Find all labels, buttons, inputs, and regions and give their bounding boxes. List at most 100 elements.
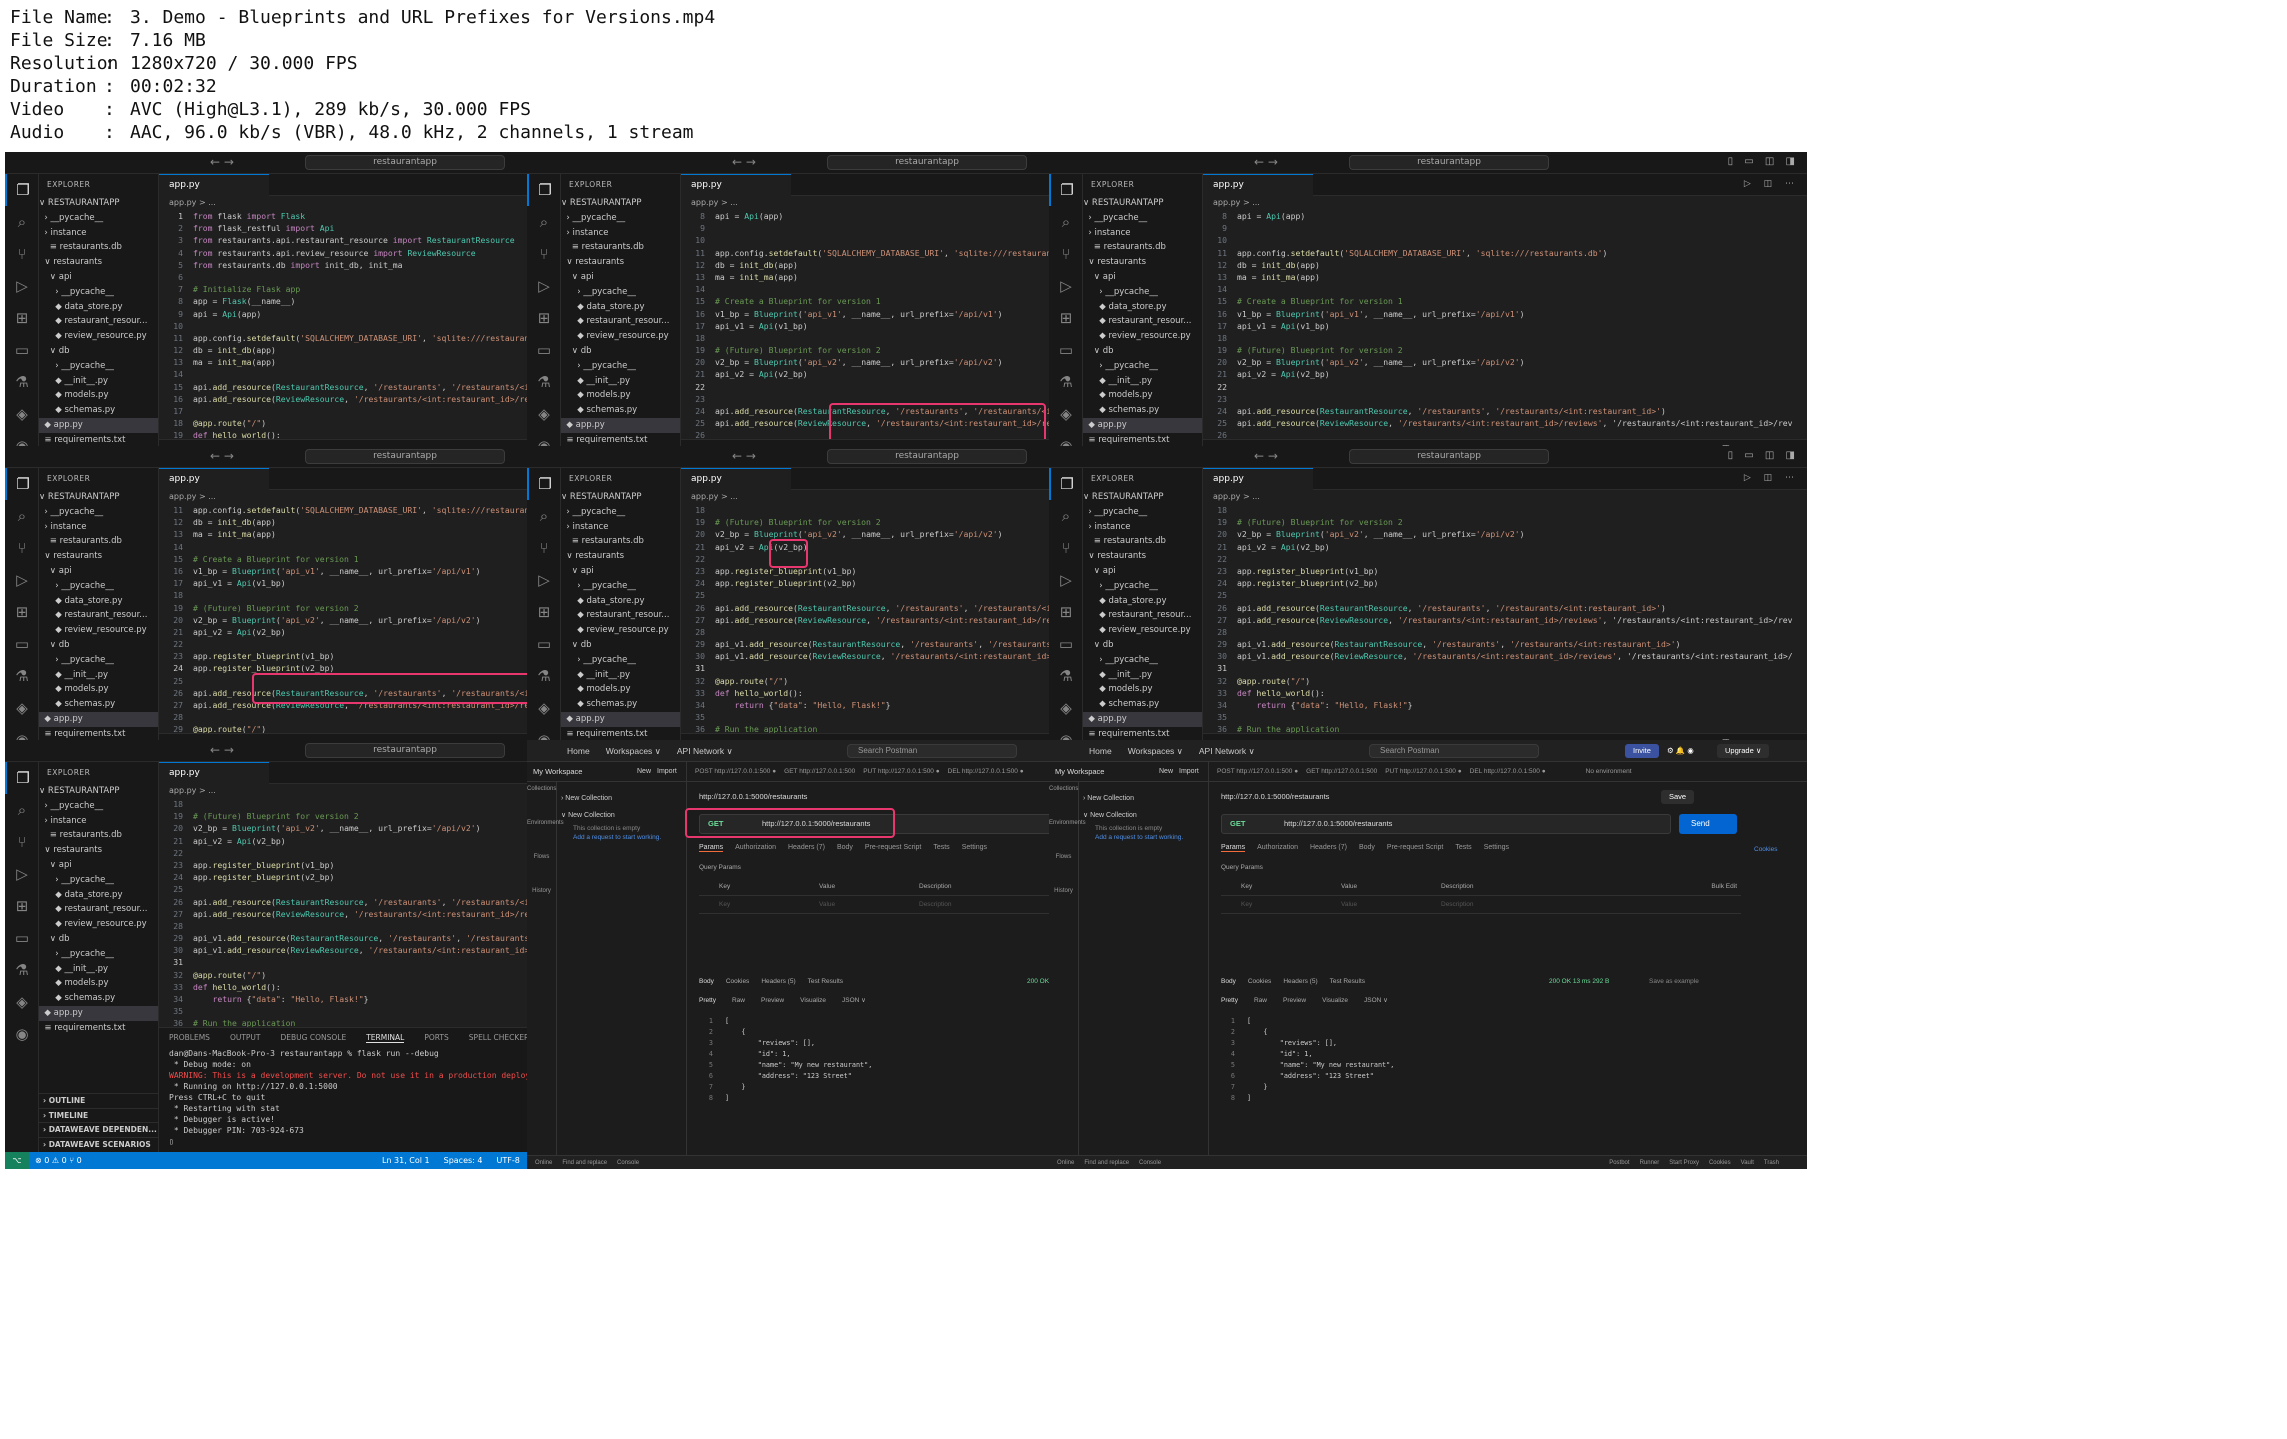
file-tree-item[interactable]: ◆ app.py xyxy=(39,1005,158,1021)
files-icon[interactable]: ❐ xyxy=(527,174,561,206)
file-tree-item[interactable]: ∨ db xyxy=(561,344,680,359)
testing-icon[interactable]: ⚗ xyxy=(5,660,39,692)
file-tree-item[interactable]: ◆ review_resource.py xyxy=(39,329,158,344)
remote-explorer-icon[interactable]: ▭ xyxy=(5,628,39,660)
request-subtab[interactable]: Body xyxy=(837,844,853,851)
layout-toggle-icons[interactable]: ▯ ▭ ◫ ◨ xyxy=(1728,450,1799,461)
file-tree-item[interactable]: ∨ restaurants xyxy=(561,549,680,564)
footer-item[interactable]: Find and replace xyxy=(562,1160,607,1166)
tab-app-py[interactable]: app.py xyxy=(681,174,791,196)
request-subtab[interactable]: Authorization xyxy=(1257,844,1298,851)
layout-toggle-icons[interactable]: ▯ ▭ ◫ ◨ xyxy=(1728,156,1799,167)
footer-item[interactable]: Trash xyxy=(1764,1160,1779,1166)
request-tab[interactable]: POST http://127.0.0.1:500 ● xyxy=(695,768,776,775)
search-icon[interactable]: ⌕ xyxy=(5,500,39,532)
response-tab[interactable]: Test Results xyxy=(1330,978,1365,985)
cookies-link[interactable]: Cookies xyxy=(1754,846,1777,853)
query-placeholder[interactable]: Description xyxy=(1441,896,1474,914)
file-tree-item[interactable]: ◆ schemas.py xyxy=(561,403,680,418)
docker-icon[interactable]: ◈ xyxy=(5,692,39,724)
file-tree-item[interactable]: ∨ RESTAURANTAPP xyxy=(39,196,158,211)
files-icon[interactable]: ❐ xyxy=(1049,468,1083,500)
file-tree-item[interactable]: ∨ RESTAURANTAPP xyxy=(561,196,680,211)
file-tree-item[interactable]: ≡ restaurants.db xyxy=(39,534,158,549)
nav-arrows-icon[interactable]: ← → xyxy=(1254,449,1278,463)
file-tree-item[interactable]: ≡ restaurants.db xyxy=(39,828,158,843)
run-debug-icon[interactable]: ▷ xyxy=(1049,564,1083,596)
source-control-icon[interactable]: ⑂ xyxy=(1049,238,1083,270)
command-center-search[interactable]: restaurantapp xyxy=(827,155,1027,170)
rail-environments[interactable]: Environments xyxy=(527,816,564,850)
file-tree-item[interactable]: ∨ restaurants xyxy=(1083,549,1202,564)
file-tree-item[interactable]: ∨ RESTAURANTAPP xyxy=(561,490,680,505)
docker-icon[interactable]: ◈ xyxy=(527,398,561,430)
file-tree-item[interactable]: ◆ models.py xyxy=(561,388,680,403)
tab-app-py[interactable]: app.py xyxy=(681,468,791,490)
file-tree-item[interactable]: ◆ schemas.py xyxy=(39,991,158,1006)
response-tab[interactable]: Body xyxy=(1221,978,1236,985)
file-tree-item[interactable]: ◆ restaurant_resour... xyxy=(561,314,680,329)
footer-item[interactable]: Postbot xyxy=(1609,1160,1629,1166)
command-center-search[interactable]: restaurantapp xyxy=(305,449,505,464)
file-tree-item[interactable]: › __pycache__ xyxy=(39,285,158,300)
import-button[interactable]: Import xyxy=(1179,762,1199,782)
search-icon[interactable]: ⌕ xyxy=(1049,206,1083,238)
footer-item[interactable]: Find and replace xyxy=(1084,1160,1129,1166)
bulk-edit-link[interactable]: Bulk Edit xyxy=(1711,878,1737,896)
file-tree-item[interactable]: › __pycache__ xyxy=(39,505,158,520)
file-tree-item[interactable]: ∨ restaurants xyxy=(39,843,158,858)
postman-search-input[interactable]: Search Postman xyxy=(1369,744,1539,758)
footer-item[interactable]: Console xyxy=(1139,1160,1161,1166)
file-tree-item[interactable]: ◆ review_resource.py xyxy=(39,623,158,638)
rail-collections[interactable]: Collections xyxy=(1049,782,1078,816)
file-tree-item[interactable]: ◆ models.py xyxy=(39,682,158,697)
file-tree-item[interactable]: ◆ restaurant_resour... xyxy=(1083,314,1202,329)
command-center-search[interactable]: restaurantapp xyxy=(827,449,1027,464)
run-debug-icon[interactable]: ▷ xyxy=(527,270,561,302)
format-tab[interactable]: Pretty xyxy=(1221,997,1238,1004)
testing-icon[interactable]: ⚗ xyxy=(5,954,39,986)
file-tree-item[interactable]: › __pycache__ xyxy=(39,359,158,374)
file-tree-item[interactable]: ◆ __init__.py xyxy=(1083,374,1202,389)
file-tree-item[interactable]: ◆ models.py xyxy=(39,976,158,991)
query-placeholder[interactable]: Description xyxy=(919,896,952,914)
response-tab[interactable]: Cookies xyxy=(1248,978,1271,985)
panel-tab-problems[interactable]: PROBLEMS xyxy=(169,1033,210,1042)
run-debug-icon[interactable]: ▷ xyxy=(5,858,39,890)
rail-flows[interactable]: Flows xyxy=(527,850,556,884)
format-tab[interactable]: Preview xyxy=(1283,997,1306,1004)
settings-icons[interactable]: ⚙ 🔔 ◉ xyxy=(1659,744,1702,758)
file-tree-item[interactable]: › __pycache__ xyxy=(561,211,680,226)
file-tree-item[interactable]: ◆ models.py xyxy=(561,682,680,697)
save-button[interactable]: Save xyxy=(1661,790,1695,804)
response-tab[interactable]: Cookies xyxy=(726,978,749,985)
file-tree-item[interactable]: › instance xyxy=(561,520,680,535)
file-tree-item[interactable]: ◆ models.py xyxy=(39,388,158,403)
source-control-icon[interactable]: ⑂ xyxy=(5,238,39,270)
query-placeholder[interactable]: Key xyxy=(719,896,730,914)
file-tree-item[interactable]: ◆ data_store.py xyxy=(561,300,680,315)
file-tree-item[interactable]: ◆ __init__.py xyxy=(39,374,158,389)
file-tree-item[interactable]: › __pycache__ xyxy=(39,947,158,962)
run-debug-icon[interactable]: ▷ xyxy=(527,564,561,596)
request-subtab[interactable]: Tests xyxy=(1455,844,1471,851)
footer-item[interactable]: Runner xyxy=(1640,1160,1660,1166)
new-button[interactable]: New xyxy=(1159,762,1173,782)
panel-tab-spell-checker[interactable]: SPELL CHECKER xyxy=(469,1033,529,1042)
editor-actions-icons[interactable]: ▷ ◫ ⋯ xyxy=(1744,179,1799,189)
file-tree-item[interactable]: ◆ models.py xyxy=(1083,682,1202,697)
collection-item[interactable]: › New Collection xyxy=(1083,790,1183,807)
format-tab[interactable]: Visualize xyxy=(800,997,826,1004)
file-tree-item[interactable]: ∨ db xyxy=(561,638,680,653)
request-subtab[interactable]: Pre-request Script xyxy=(865,844,921,851)
file-tree-item[interactable]: ◆ data_store.py xyxy=(1083,300,1202,315)
nav-arrows-icon[interactable]: ← → xyxy=(210,743,234,757)
source-control-icon[interactable]: ⑂ xyxy=(527,238,561,270)
extensions-icon[interactable]: ⊞ xyxy=(1049,302,1083,334)
request-tab[interactable]: GET http://127.0.0.1:500 xyxy=(1306,768,1377,775)
tab-app-py[interactable]: app.py xyxy=(159,174,269,196)
testing-icon[interactable]: ⚗ xyxy=(527,660,561,692)
file-tree-item[interactable]: ≡ restaurants.db xyxy=(1083,534,1202,549)
sidebar-section-1[interactable]: › TIMELINE xyxy=(39,1107,158,1123)
tab-app-py[interactable]: app.py xyxy=(1203,174,1313,196)
